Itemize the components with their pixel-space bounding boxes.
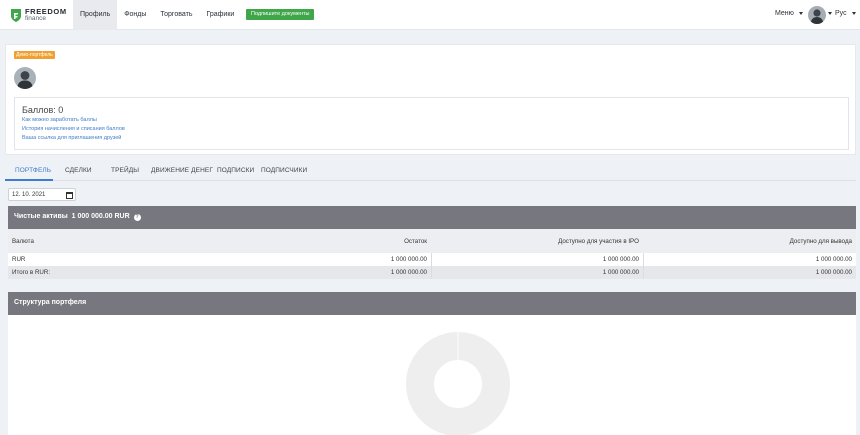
- user-silhouette-icon: [17, 71, 33, 89]
- main-nav: Профиль Фонды Торговать Графики: [73, 0, 241, 30]
- profile-panel: Демо-портфель Баллов: 0 Как можно зарабо…: [5, 44, 856, 155]
- column-header-withdraw-available: Доступно для вывода: [789, 238, 852, 245]
- points-box: Баллов: 0 Как можно заработать баллы Ист…: [14, 97, 849, 150]
- cell-total-label: Итого в RUR:: [12, 269, 51, 276]
- menu-label: Меню: [775, 10, 794, 17]
- date-input[interactable]: 12. 10. 2021: [8, 188, 76, 201]
- net-assets-header: Чистые активы 1 000 000.00 RUR ?: [8, 206, 856, 229]
- logo-text-sub: finance: [25, 15, 46, 22]
- column-header-currency: Валюта: [12, 238, 34, 245]
- points-history-link[interactable]: История начисления и списания баллов: [22, 126, 125, 132]
- column-header-ipo-available: Доступно для участия в IPO: [558, 238, 639, 245]
- tab-money-movement[interactable]: ДВИЖЕНИЕ ДЕНЕГ: [151, 167, 213, 174]
- user-avatar[interactable]: [808, 6, 826, 24]
- cell-total-ipo-available: 1 000 000.00: [602, 269, 639, 276]
- demo-portfolio-badge: Демо-портфель: [14, 51, 55, 59]
- shield-logo-icon: [11, 8, 21, 22]
- net-assets-label: Чистые активы: [14, 213, 68, 220]
- cell-currency: RUR: [12, 256, 26, 263]
- table-row-total: Итого в RUR: 1 000 000.00 1 000 000.00 1…: [8, 266, 856, 279]
- nav-item-trade[interactable]: Торговать: [153, 0, 199, 30]
- portfolio-structure-title: Структура портфеля: [14, 299, 87, 306]
- nav-item-profile[interactable]: Профиль: [73, 0, 118, 30]
- chevron-down-icon: [798, 11, 803, 15]
- language-dropdown[interactable]: Рус: [835, 10, 856, 17]
- chevron-down-icon: [851, 11, 856, 15]
- portfolio-structure-panel: [8, 315, 856, 435]
- cell-balance: 1 000 000.00: [390, 256, 427, 263]
- points-balance: Баллов: 0: [22, 105, 64, 115]
- tab-subscribers[interactable]: ПОДПИСЧИКИ: [261, 167, 307, 174]
- portfolio-donut-chart[interactable]: [406, 332, 510, 435]
- top-navbar: FREEDOM finance Профиль Фонды Торговать …: [0, 0, 860, 30]
- cell-total-withdraw-available: 1 000 000.00: [815, 269, 852, 276]
- menu-dropdown[interactable]: Меню: [775, 10, 803, 17]
- portfolio-tabs: ПОРТФЕЛЬ СДЕЛКИ ТРЕЙДЫ ДВИЖЕНИЕ ДЕНЕГ ПО…: [5, 163, 856, 181]
- calendar-icon[interactable]: [66, 191, 73, 199]
- logo-text-main: FREEDOM: [25, 7, 67, 16]
- tab-subscriptions[interactable]: ПОДПИСКИ: [217, 167, 254, 174]
- profile-avatar[interactable]: [14, 67, 36, 89]
- cell-ipo-available: 1 000 000.00: [602, 256, 639, 263]
- sign-documents-button[interactable]: Подпишите документы: [246, 9, 315, 20]
- how-to-earn-points-link[interactable]: Как можно заработать баллы: [22, 117, 97, 123]
- chevron-down-icon[interactable]: [828, 12, 832, 15]
- active-tab-indicator: [5, 179, 53, 181]
- help-icon[interactable]: ?: [133, 214, 141, 221]
- nav-item-charts[interactable]: Графики: [199, 0, 241, 30]
- freedom-finance-logo[interactable]: FREEDOM finance: [11, 7, 67, 23]
- cell-withdraw-available: 1 000 000.00: [815, 256, 852, 263]
- cell-total-balance: 1 000 000.00: [390, 269, 427, 276]
- portfolio-structure-header: Структура портфеля: [8, 292, 856, 315]
- language-label: Рус: [835, 10, 847, 17]
- date-value: 12. 10. 2021: [12, 191, 46, 198]
- table-row: RUR 1 000 000.00 1 000 000.00 1 000 000.…: [8, 253, 856, 266]
- invite-friends-link[interactable]: Ваша ссылка для приглашения друзей: [22, 135, 121, 141]
- tab-trades[interactable]: ТРЕЙДЫ: [111, 167, 139, 174]
- table-header: Валюта Остаток Доступно для участия в IP…: [8, 229, 856, 253]
- tab-deals[interactable]: СДЕЛКИ: [65, 167, 92, 174]
- nav-item-funds[interactable]: Фонды: [117, 0, 153, 30]
- net-assets-value: 1 000 000.00 RUR: [71, 213, 130, 220]
- user-silhouette-icon: [810, 9, 824, 24]
- tab-portfolio[interactable]: ПОРТФЕЛЬ: [15, 167, 51, 174]
- balances-table: Валюта Остаток Доступно для участия в IP…: [8, 229, 856, 279]
- column-header-balance: Остаток: [404, 238, 427, 245]
